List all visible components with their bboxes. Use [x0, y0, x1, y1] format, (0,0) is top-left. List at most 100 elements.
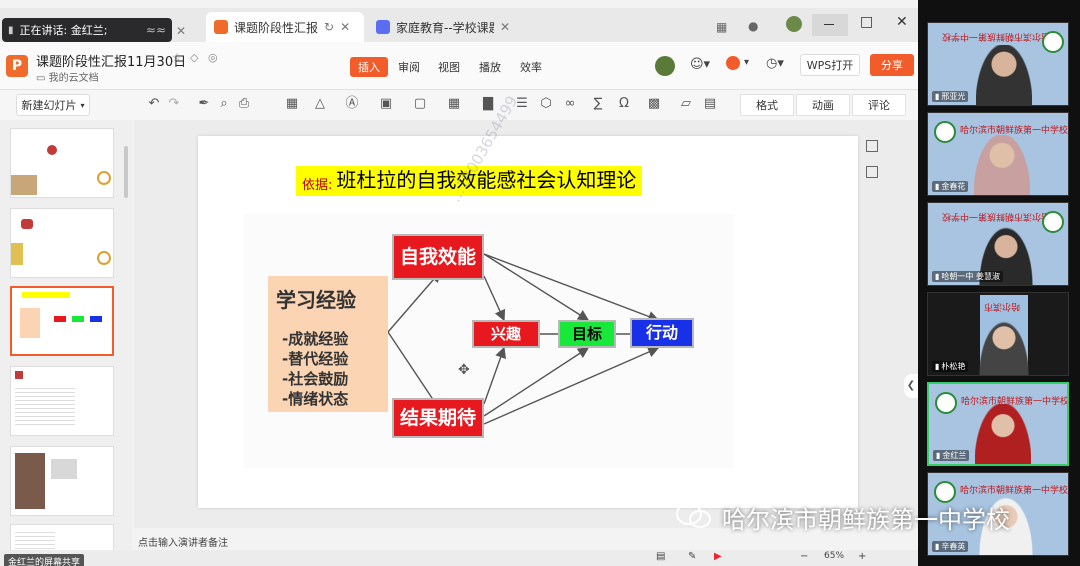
- participant-name: 邢亚光: [941, 92, 966, 101]
- flowchart-icon[interactable]: ⬡: [538, 96, 554, 112]
- tag-icon[interactable]: ◇: [190, 51, 198, 64]
- link-icon[interactable]: ∞: [562, 96, 578, 112]
- menu-efficiency[interactable]: 效率: [512, 57, 550, 77]
- menu-view[interactable]: 视图: [430, 57, 468, 77]
- speaking-text: 正在讲话: 金红兰;: [19, 24, 108, 37]
- slide-thumbnail[interactable]: [10, 366, 114, 436]
- format-painter-icon[interactable]: ✒: [196, 96, 212, 112]
- thumbnail-scrollbar[interactable]: [124, 146, 128, 198]
- zoom-out-icon[interactable]: −: [800, 551, 808, 562]
- notes-toggle-icon[interactable]: ▤: [656, 551, 665, 562]
- document-location[interactable]: ▭ 我的云文档: [36, 69, 99, 84]
- chart-icon[interactable]: ▇: [480, 96, 496, 112]
- theory-diagram[interactable]: 学习经验 -成就经验 -替代经验 -社会鼓励 -情绪状态 自我效能 结果期待 兴…: [244, 214, 734, 468]
- slide-canvas[interactable]: 依据: 班杜拉的自我效能感社会认知理论 学习经验 -成就经验 -替代经验 -社会…: [134, 93, 918, 528]
- slide-thumbnail[interactable]: [10, 446, 114, 516]
- close-icon[interactable]: ✕: [500, 20, 510, 34]
- outcome-expectation-box[interactable]: 结果期待: [392, 398, 484, 438]
- slide-thumbnail[interactable]: [10, 128, 114, 198]
- header-footer-icon[interactable]: ▤: [702, 96, 718, 112]
- wechat-logo-icon: [676, 503, 711, 528]
- participant-name: 朴松艳: [941, 362, 966, 371]
- zoom-in-icon[interactable]: +: [858, 551, 866, 562]
- current-slide[interactable]: 依据: 班杜拉的自我效能感社会认知理论 学习经验 -成就经验 -替代经验 -社会…: [198, 93, 858, 508]
- video-tile[interactable]: 哈尔滨市朝鲜族第一中学校 ▮ 哈朝一中 姜慧淑: [927, 202, 1069, 286]
- user-avatar[interactable]: [786, 16, 802, 32]
- location-label: 我的云文档: [48, 73, 99, 84]
- chat-icon[interactable]: ●: [748, 19, 758, 33]
- collapse-panel-icon[interactable]: ❮: [904, 374, 918, 398]
- clock-icon[interactable]: ◷▾: [766, 56, 784, 71]
- collaborator-avatar[interactable]: [655, 56, 675, 76]
- maximize-button[interactable]: □: [860, 14, 873, 30]
- menu-insert[interactable]: 插入: [350, 57, 388, 77]
- presentation-file-icon: [214, 20, 228, 34]
- formula-icon[interactable]: ∑: [590, 96, 606, 112]
- document-title[interactable]: 课题阶段性汇报11月30日: [36, 51, 186, 70]
- school-emblem-icon: [1042, 31, 1064, 53]
- qrcode-icon[interactable]: ▩: [646, 96, 662, 112]
- new-slide-button[interactable]: 新建幻灯片 ▾: [16, 94, 90, 116]
- chevron-down-icon[interactable]: ▾: [744, 57, 749, 68]
- search-icon[interactable]: ⌕: [216, 96, 232, 112]
- mic-icon: ▮: [935, 92, 940, 101]
- collaborate-icon[interactable]: ☺▾: [690, 57, 710, 72]
- wps-presentation-logo-icon[interactable]: P: [6, 55, 28, 77]
- slide-style-icon[interactable]: [866, 166, 878, 178]
- shape-insert-icon[interactable]: ▢: [412, 96, 428, 112]
- tab-presentation[interactable]: 课题阶段性汇报 ↻ ✕: [206, 12, 364, 42]
- slide-thumbnail-selected[interactable]: [10, 286, 114, 356]
- apps-grid-icon[interactable]: ▦: [716, 20, 727, 34]
- video-tile[interactable]: 哈尔滨市朝鲜族第一中学校 ▮ 金春花: [927, 112, 1069, 196]
- slide-thumbnail[interactable]: [10, 208, 114, 278]
- erase-icon[interactable]: ▱: [678, 96, 694, 112]
- tab-document[interactable]: 家庭教育--学校课题 ✕: [368, 12, 528, 42]
- video-tile[interactable]: 哈尔滨市 ▮ 朴松艳: [927, 292, 1069, 376]
- action-box[interactable]: 行动: [630, 318, 694, 348]
- video-participant-panel: 哈尔滨市朝鲜族第一中学校 ▮ 邢亚光 哈尔滨市朝鲜族第一中学校 ▮ 金春花 哈尔滨市…: [918, 0, 1080, 566]
- minimize-button[interactable]: [812, 14, 848, 36]
- goal-box[interactable]: 目标: [558, 320, 616, 348]
- tab-format[interactable]: 格式: [740, 94, 794, 116]
- participant-name: 金春花: [941, 182, 966, 191]
- symbol-icon[interactable]: Ω: [616, 96, 632, 112]
- pen-icon[interactable]: ✎: [688, 551, 696, 562]
- close-icon[interactable]: ✕: [340, 20, 350, 34]
- play-icon[interactable]: ▶: [714, 551, 722, 562]
- menu-play[interactable]: 播放: [471, 57, 509, 77]
- layout-icon[interactable]: ▦: [284, 96, 300, 112]
- participant-name-tag: ▮ 邢亚光: [932, 91, 969, 102]
- folder-icon: ▭: [36, 73, 49, 84]
- participant-video: [976, 45, 1032, 105]
- screen-share-label: 金红兰的屏幕共享: [4, 554, 85, 566]
- picture-icon[interactable]: ▣: [378, 96, 394, 112]
- move-handle-icon[interactable]: ✥: [458, 362, 470, 378]
- menu-review[interactable]: 审阅: [390, 57, 428, 77]
- school-banner: 哈尔滨市朝鲜族第一中学校: [942, 31, 1051, 41]
- participant-name-tag: ▮ 金春花: [932, 181, 969, 192]
- slide-layout-icon[interactable]: [866, 140, 878, 152]
- close-icon[interactable]: ✕: [176, 24, 186, 38]
- tab-animation[interactable]: 动画: [796, 94, 850, 116]
- star-icon[interactable]: ☆: [172, 51, 182, 64]
- chevron-down-icon: ▾: [80, 100, 85, 110]
- video-tile-active-speaker[interactable]: 哈尔滨市朝鲜族第一中学校 ▮ 金红兰: [927, 382, 1069, 466]
- self-efficacy-box[interactable]: 自我效能: [392, 234, 484, 280]
- interest-box[interactable]: 兴趣: [472, 320, 540, 348]
- textbox-icon[interactable]: Ⓐ: [344, 96, 360, 112]
- reload-icon[interactable]: ↻: [324, 20, 334, 34]
- record-icon[interactable]: [726, 56, 740, 70]
- sync-icon[interactable]: ◎: [208, 51, 218, 64]
- print-icon[interactable]: ⎙: [236, 96, 252, 112]
- tab-comments[interactable]: 评论: [852, 94, 906, 116]
- redo-icon[interactable]: ↷: [166, 96, 182, 112]
- table-icon[interactable]: ▦: [446, 96, 462, 112]
- video-tile[interactable]: 哈尔滨市朝鲜族第一中学校 ▮ 邢亚光: [927, 22, 1069, 106]
- wps-open-button[interactable]: WPS打开: [800, 54, 860, 76]
- learning-experience-box[interactable]: 学习经验 -成就经验 -替代经验 -社会鼓励 -情绪状态: [268, 276, 388, 412]
- undo-icon[interactable]: ↶: [146, 96, 162, 112]
- shapes-icon[interactable]: △: [312, 96, 328, 112]
- zoom-level[interactable]: 65%: [824, 551, 844, 561]
- share-button[interactable]: 分享: [870, 54, 914, 76]
- window-close-button[interactable]: ✕: [896, 14, 908, 30]
